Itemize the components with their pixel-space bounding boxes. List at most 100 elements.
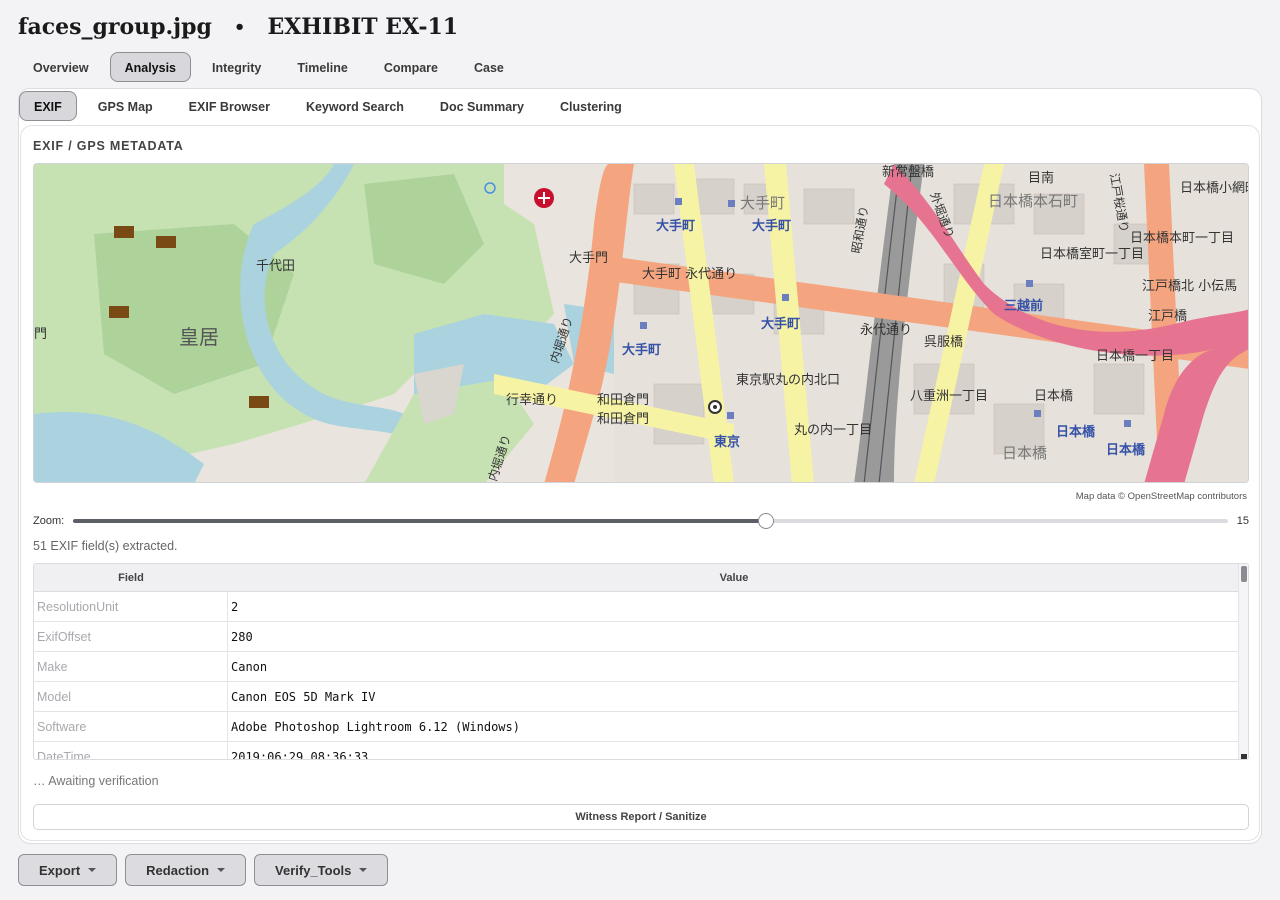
table-row[interactable]: DateTime 2019:06:29 08:36:33 — [34, 742, 1240, 760]
svg-text:大手町 永代通り: 大手町 永代通り — [642, 267, 737, 282]
value-cell: 280 — [231, 630, 253, 644]
svg-text:丸の内一丁目: 丸の内一丁目 — [794, 422, 872, 438]
table-row[interactable]: Make Canon — [34, 652, 1240, 682]
fields-count: 51 EXIF field(s) extracted. — [33, 539, 178, 553]
svg-text:東京: 東京 — [714, 434, 740, 450]
file-name: faces_group.jpg — [18, 14, 212, 40]
tab-gps-map[interactable]: GPS Map — [83, 91, 168, 121]
svg-text:千代田: 千代田 — [256, 259, 295, 274]
svg-text:新常盤橋: 新常盤橋 — [882, 164, 934, 180]
chevron-down-icon — [88, 868, 97, 872]
map-canvas: 皇居 千代田 大手門 大手町 大手町 大手町 大手町 大手町 大手町 永代通り … — [34, 164, 1249, 482]
tab-timeline[interactable]: Timeline — [282, 52, 362, 82]
zoom-label: Zoom: — [33, 515, 65, 527]
scrollbar-thumb[interactable] — [1241, 566, 1247, 582]
redaction-label: Redaction — [146, 862, 210, 878]
witness-report-button[interactable]: Witness Report / Sanitize — [33, 804, 1249, 830]
svg-text:東京駅丸の内北口: 東京駅丸の内北口 — [736, 372, 840, 388]
title-separator: • — [233, 16, 246, 38]
table-row[interactable]: ExifOffset 280 — [34, 622, 1240, 652]
svg-text:門: 門 — [34, 327, 47, 342]
table-row[interactable]: ResolutionUnit 2 — [34, 592, 1240, 622]
sub-tab-bar: EXIF GPS Map EXIF Browser Keyword Search… — [19, 91, 637, 121]
export-dropdown[interactable]: Export — [18, 854, 118, 886]
bottom-toolbar: Export Redaction Verify_Tools — [18, 854, 389, 886]
zoom-control: Zoom: 15 — [33, 513, 1249, 530]
svg-text:日本橋: 日本橋 — [1106, 442, 1146, 458]
svg-text:目南: 目南 — [1028, 170, 1054, 186]
tab-analysis[interactable]: Analysis — [109, 52, 192, 82]
field-cell: Software — [34, 712, 228, 742]
value-cell: 2019:06:29 08:36:33 — [231, 750, 369, 760]
svg-text:江戸橋北 小伝馬: 江戸橋北 小伝馬 — [1142, 279, 1237, 294]
column-header-value[interactable]: Value — [228, 564, 1240, 592]
svg-text:日本橋: 日本橋 — [1002, 444, 1047, 462]
svg-text:和田倉門: 和田倉門 — [597, 412, 649, 427]
tab-doc-summary[interactable]: Doc Summary — [425, 91, 539, 121]
field-cell: Model — [34, 682, 228, 712]
svg-text:三越前: 三越前 — [1004, 298, 1043, 314]
tab-exif[interactable]: EXIF — [19, 91, 77, 121]
exhibit-label: EXHIBIT EX-11 — [267, 14, 459, 40]
table-row[interactable]: Software Adobe Photoshop Lightroom 6.12 … — [34, 712, 1240, 742]
tab-keyword-search[interactable]: Keyword Search — [291, 91, 419, 121]
redaction-dropdown[interactable]: Redaction — [125, 854, 247, 886]
zoom-value: 15 — [1236, 515, 1249, 527]
svg-text:呉服橋: 呉服橋 — [924, 335, 963, 350]
svg-text:日本橋: 日本橋 — [1056, 424, 1096, 440]
gps-map[interactable]: 皇居 千代田 大手門 大手町 大手町 大手町 大手町 大手町 大手町 永代通り … — [33, 163, 1249, 483]
field-cell: Make — [34, 652, 228, 682]
svg-text:日本橋本石町: 日本橋本石町 — [988, 192, 1078, 210]
tab-exif-browser[interactable]: EXIF Browser — [174, 91, 285, 121]
svg-text:日本橋室町一丁目: 日本橋室町一丁目 — [1040, 246, 1144, 262]
tab-compare[interactable]: Compare — [369, 52, 453, 82]
table-body: ResolutionUnit 2 ExifOffset 280 Make Can… — [34, 592, 1240, 760]
exif-panel: EXIF / GPS METADATA 皇居 千代田 大手門 大手町 大手町 大… — [20, 125, 1260, 841]
section-title: EXIF / GPS METADATA — [33, 139, 184, 153]
scroll-down-icon[interactable] — [1241, 754, 1247, 759]
svg-text:和田倉門: 和田倉門 — [597, 393, 649, 408]
table-header: Field Value — [34, 564, 1240, 592]
zoom-slider-thumb[interactable] — [758, 513, 774, 529]
chevron-down-icon — [359, 868, 368, 872]
tab-clustering[interactable]: Clustering — [545, 91, 637, 121]
svg-text:大手町: 大手町 — [740, 194, 785, 212]
exif-table: Field Value ResolutionUnit 2 ExifOffset … — [33, 563, 1249, 760]
tab-overview[interactable]: Overview — [18, 52, 104, 82]
table-row[interactable]: Model Canon EOS 5D Mark IV — [34, 682, 1240, 712]
svg-text:八重洲一丁目: 八重洲一丁目 — [910, 388, 988, 404]
analysis-panel: EXIF GPS Map EXIF Browser Keyword Search… — [18, 88, 1262, 844]
main-tab-bar: Overview Analysis Integrity Timeline Com… — [18, 52, 519, 82]
field-cell: ExifOffset — [34, 622, 228, 652]
svg-text:日本橋小網町: 日本橋小網町 — [1180, 181, 1249, 196]
zoom-slider-fill — [73, 519, 766, 523]
svg-text:大手町: 大手町 — [656, 218, 695, 234]
value-cell: Canon EOS 5D Mark IV — [231, 690, 376, 704]
svg-text:皇居: 皇居 — [179, 325, 219, 349]
column-header-field[interactable]: Field — [34, 564, 228, 592]
svg-text:大手町: 大手町 — [622, 342, 661, 358]
svg-text:日本橋一丁目: 日本橋一丁目 — [1096, 349, 1174, 364]
verification-status: … Awaiting verification — [33, 774, 159, 788]
zoom-slider[interactable] — [73, 513, 1228, 529]
verify-tools-label: Verify_Tools — [275, 862, 352, 878]
svg-text:大手町: 大手町 — [752, 218, 791, 234]
map-attribution: Map data © OpenStreetMap contributors — [1075, 491, 1247, 502]
svg-text:大手門: 大手門 — [569, 251, 608, 266]
chevron-down-icon — [217, 868, 226, 872]
field-cell: DateTime — [34, 742, 228, 759]
svg-text:江戸橋: 江戸橋 — [1148, 309, 1187, 324]
tab-case[interactable]: Case — [459, 52, 519, 82]
value-cell: Adobe Photoshop Lightroom 6.12 (Windows) — [231, 720, 520, 734]
svg-text:行幸通り: 行幸通り — [506, 393, 558, 408]
field-cell: ResolutionUnit — [34, 592, 228, 622]
verify-tools-dropdown[interactable]: Verify_Tools — [254, 854, 389, 886]
value-cell: Canon — [231, 660, 268, 674]
table-scrollbar[interactable] — [1238, 564, 1248, 759]
svg-text:永代通り: 永代通り — [860, 323, 912, 338]
tab-integrity[interactable]: Integrity — [197, 52, 276, 82]
page-title: faces_group.jpg • EXHIBIT EX-11 — [18, 14, 458, 40]
value-cell: 2 — [231, 600, 239, 614]
svg-text:大手町: 大手町 — [761, 316, 800, 332]
svg-text:日本橋: 日本橋 — [1034, 389, 1073, 404]
